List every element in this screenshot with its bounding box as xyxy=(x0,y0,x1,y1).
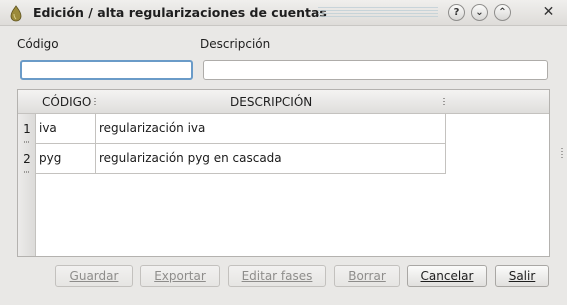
descripcion-label: Descripción xyxy=(200,37,271,51)
window-title: Edición / alta regularizaciones de cuent… xyxy=(33,5,327,20)
editar-fases-button[interactable]: Editar fases xyxy=(228,265,326,287)
accounts-table[interactable]: CÓDIGO DESCRIPCIÓN 1 iva regularización … xyxy=(17,89,550,257)
title-bar[interactable]: Edición / alta regularizaciones de cuent… xyxy=(0,0,567,26)
table-header: CÓDIGO DESCRIPCIÓN xyxy=(18,90,549,114)
row-grip xyxy=(24,171,30,173)
table-cell-codigo[interactable]: pyg xyxy=(36,144,96,174)
chevron-down-icon[interactable]: ⌄ xyxy=(471,4,488,21)
salir-button[interactable]: Salir xyxy=(495,265,549,287)
cancelar-button[interactable]: Cancelar xyxy=(407,265,487,287)
chevron-up-icon[interactable]: ⌃ xyxy=(494,4,511,21)
row-grip xyxy=(24,141,30,143)
header-descripcion[interactable]: DESCRIPCIÓN xyxy=(230,95,312,109)
codigo-label: Código xyxy=(17,37,59,51)
descripcion-input[interactable] xyxy=(203,60,548,80)
exportar-button[interactable]: Exportar xyxy=(140,265,220,287)
header-codigo[interactable]: CÓDIGO xyxy=(42,95,91,109)
table-cell-descripcion[interactable]: regularización pyg en cascada xyxy=(96,144,446,174)
row-number[interactable]: 1 xyxy=(18,122,36,136)
splitter-handle[interactable] xyxy=(561,148,563,158)
guardar-button[interactable]: Guardar xyxy=(55,265,133,287)
table-cell-codigo[interactable]: iva xyxy=(36,114,96,144)
borrar-button[interactable]: Borrar xyxy=(334,265,400,287)
column-resize-handle[interactable] xyxy=(443,98,445,107)
close-icon[interactable]: ✕ xyxy=(540,4,557,21)
question-icon[interactable]: ? xyxy=(448,4,465,21)
title-decoration xyxy=(318,7,438,19)
row-number[interactable]: 2 xyxy=(18,152,36,166)
app-icon xyxy=(10,5,22,22)
column-resize-handle[interactable] xyxy=(94,98,96,107)
table-cell-descripcion[interactable]: regularización iva xyxy=(96,114,446,144)
codigo-input[interactable] xyxy=(20,60,193,80)
